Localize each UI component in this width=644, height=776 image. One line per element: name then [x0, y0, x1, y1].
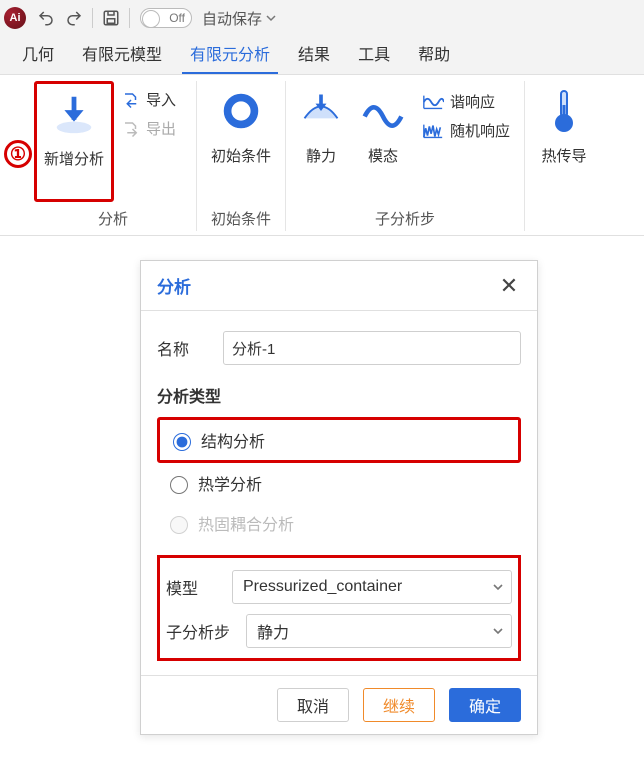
chevron-down-icon	[266, 13, 276, 23]
static-label: 静力	[306, 145, 336, 166]
ribbon-group-thermal: 热传导	[525, 81, 603, 231]
ok-button[interactable]: 确定	[449, 688, 521, 722]
modal-icon	[359, 87, 407, 135]
ok-button-label: 确定	[469, 693, 501, 717]
name-input[interactable]	[223, 331, 521, 365]
new-analysis-button[interactable]: 新增分析	[34, 81, 114, 202]
tab-geometry[interactable]: 几何	[8, 33, 68, 74]
close-icon: ✕	[500, 273, 518, 299]
initial-conditions-icon	[217, 87, 265, 135]
static-icon	[297, 87, 345, 135]
autosave-label: 自动保存	[202, 8, 262, 29]
undo-icon	[37, 9, 55, 27]
tab-label: 有限元分析	[190, 47, 270, 64]
initial-conditions-label: 初始条件	[211, 145, 271, 166]
dialog-footer: 取消 继续 确定	[141, 675, 537, 734]
substep-label: 子分析步	[166, 619, 236, 643]
analysis-type-label: 分析类型	[157, 383, 521, 407]
heat-conduction-button[interactable]: 热传导	[529, 81, 599, 223]
dialog-close-button[interactable]: ✕	[497, 274, 521, 298]
radio-thermal-struct-label: 热固耦合分析	[198, 511, 294, 535]
radio-thermal[interactable]: 热学分析	[157, 463, 521, 503]
ribbon-group-initial-conditions-label: 初始条件	[211, 202, 271, 231]
tab-label: 几何	[22, 47, 54, 64]
quick-access-toolbar: Ai Off 自动保存	[0, 0, 644, 34]
import-button[interactable]: 导入	[116, 85, 188, 114]
tab-tools[interactable]: 工具	[344, 33, 404, 74]
analysis-dialog: 分析 ✕ 名称 分析类型 结构分析 热学分析	[140, 260, 538, 735]
thermometer-icon	[540, 87, 588, 135]
ribbon-group-analysis: 新增分析 导入 导出 分析	[4, 81, 197, 231]
tab-label: 工具	[358, 47, 390, 64]
autosave-dropdown-caret[interactable]	[266, 13, 278, 23]
ribbon-group-substep-label: 子分析步	[375, 202, 435, 231]
undo-button[interactable]	[33, 5, 59, 31]
export-label: 导出	[146, 118, 176, 139]
cancel-button[interactable]: 取消	[277, 688, 349, 722]
app-logo: Ai	[4, 7, 26, 29]
radio-structural-label: 结构分析	[201, 428, 265, 452]
import-label: 导入	[146, 89, 176, 110]
import-icon	[122, 91, 140, 109]
redo-button[interactable]	[61, 5, 87, 31]
cancel-button-label: 取消	[297, 693, 329, 717]
random-icon	[422, 122, 444, 140]
new-analysis-label: 新增分析	[44, 148, 104, 169]
harmonic-button[interactable]: 谐响应	[416, 87, 516, 116]
export-button[interactable]: 导出	[116, 114, 188, 143]
dialog-titlebar: 分析 ✕	[141, 261, 537, 311]
tab-fe-model[interactable]: 有限元模型	[68, 33, 176, 74]
dialog-title: 分析	[157, 273, 191, 298]
ribbon-group-substep: 静力 模态 谐响应 随机响应 子分	[286, 81, 525, 231]
save-icon	[102, 9, 120, 27]
initial-conditions-button[interactable]: 初始条件	[201, 81, 281, 202]
chevron-down-icon	[492, 581, 504, 593]
substep-select-value: 静力	[257, 619, 289, 643]
chevron-down-icon	[492, 625, 504, 637]
modal-button[interactable]: 模态	[352, 81, 414, 202]
tab-fe-analysis[interactable]: 有限元分析	[176, 33, 284, 74]
tab-results[interactable]: 结果	[284, 33, 344, 74]
ribbon: 新增分析 导入 导出 分析	[0, 74, 644, 236]
model-label: 模型	[166, 575, 222, 599]
tab-label: 有限元模型	[82, 47, 162, 64]
tab-label: 结果	[298, 47, 330, 64]
radio-thermal-struct-input	[170, 516, 188, 534]
substep-select[interactable]: 静力	[246, 614, 512, 648]
continue-button[interactable]: 继续	[363, 688, 435, 722]
radio-thermal-input[interactable]	[170, 476, 188, 494]
radio-structural-input[interactable]	[173, 433, 191, 451]
random-response-button[interactable]: 随机响应	[416, 116, 516, 145]
separator	[92, 8, 93, 28]
separator	[129, 8, 130, 28]
name-label: 名称	[157, 336, 213, 360]
random-label: 随机响应	[450, 120, 510, 141]
model-select[interactable]: Pressurized_container	[232, 570, 512, 604]
menubar: 几何 有限元模型 有限元分析 结果 工具 帮助	[0, 34, 644, 74]
radio-thermal-struct: 热固耦合分析	[157, 503, 521, 543]
save-button[interactable]	[98, 5, 124, 31]
tab-help[interactable]: 帮助	[404, 33, 464, 74]
ribbon-group-initial-conditions: 初始条件 初始条件	[197, 81, 286, 231]
continue-button-label: 继续	[383, 693, 415, 717]
model-select-value: Pressurized_container	[243, 578, 402, 596]
radio-thermal-label: 热学分析	[198, 471, 262, 495]
autosave-toggle-text: Off	[169, 11, 185, 25]
redo-icon	[65, 9, 83, 27]
new-analysis-icon	[50, 90, 98, 138]
export-icon	[122, 120, 140, 138]
tab-label: 帮助	[418, 47, 450, 64]
modal-label: 模态	[368, 145, 398, 166]
radio-structural[interactable]: 结构分析	[157, 417, 521, 463]
heat-conduction-label: 热传导	[542, 145, 587, 166]
ribbon-group-analysis-label: 分析	[98, 202, 128, 231]
annotation-marker-1: ①	[4, 140, 32, 168]
analysis-type-radio-group: 结构分析 热学分析 热固耦合分析	[157, 417, 521, 549]
static-button[interactable]: 静力	[290, 81, 352, 202]
autosave-toggle[interactable]: Off	[140, 8, 192, 28]
harmonic-icon	[422, 93, 444, 111]
harmonic-label: 谐响应	[450, 91, 495, 112]
